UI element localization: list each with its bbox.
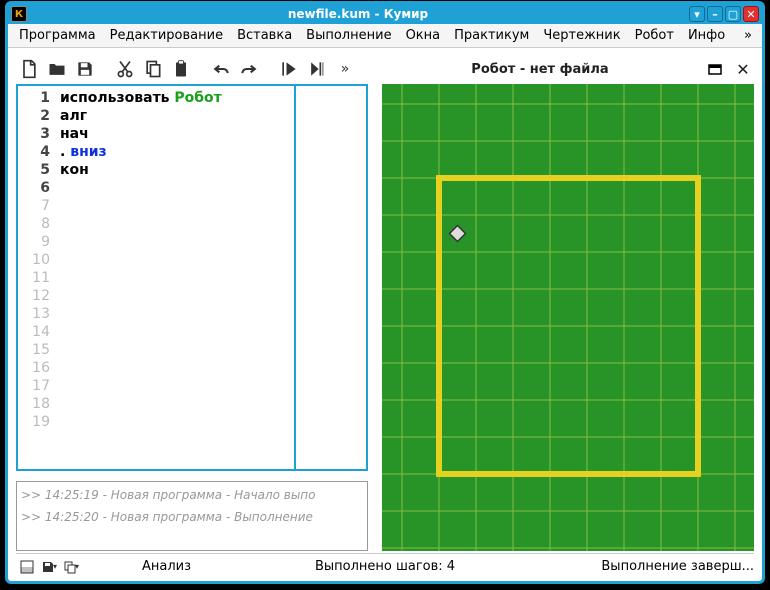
run-button[interactable]	[276, 56, 302, 82]
code-line[interactable]: . вниз	[60, 143, 362, 161]
status-toggle-button[interactable]	[16, 557, 38, 577]
toolbar: »	[16, 54, 368, 84]
app-icon: К	[11, 6, 27, 22]
open-file-button[interactable]	[44, 56, 70, 82]
new-file-button[interactable]	[16, 56, 42, 82]
menu-Окна[interactable]: Окна	[399, 25, 448, 46]
robot-close-button[interactable]: ✕	[732, 58, 754, 80]
console: >> 14:25:19 - Новая программа - Начало в…	[16, 481, 368, 551]
status-execution: Выполнение заверш...	[601, 559, 754, 574]
maximize-button[interactable]: ▢	[725, 6, 741, 22]
titlebar: К newfile.kum - Кумир ▾ – ▢ ✕	[8, 4, 762, 24]
window-title: newfile.kum - Кумир	[27, 7, 689, 21]
menu-Выполнение[interactable]: Выполнение	[299, 25, 398, 46]
cut-button[interactable]	[112, 56, 138, 82]
console-line: >> 14:25:19 - Новая программа - Начало в…	[21, 488, 363, 502]
menu-more[interactable]: »	[738, 25, 758, 46]
code-line[interactable]: кон	[60, 161, 362, 179]
titlebar-dropdown-button[interactable]: ▾	[689, 6, 705, 22]
code-line[interactable]: алг	[60, 107, 362, 125]
paste-button[interactable]	[168, 56, 194, 82]
save-file-button[interactable]	[72, 56, 98, 82]
undo-button[interactable]	[208, 56, 234, 82]
redo-button[interactable]	[236, 56, 262, 82]
status-copy-button[interactable]: ▾	[60, 557, 82, 577]
robot-panel-title: Робот - нет файла	[382, 62, 698, 77]
status-analiz: Анализ	[142, 559, 191, 574]
close-button[interactable]: ✕	[743, 6, 759, 22]
robot-field[interactable]	[382, 84, 754, 551]
statusbar: ▾ ▾ Анализ Выполнено шагов: 4 Выполнение…	[16, 553, 754, 577]
code-line[interactable]: использовать Робот	[60, 89, 362, 107]
menu-Редактирование[interactable]: Редактирование	[103, 25, 230, 46]
robot-dock-button[interactable]	[704, 58, 726, 80]
menu-Чертежник[interactable]: Чертежник	[536, 25, 627, 46]
right-margin	[294, 86, 296, 469]
menu-Робот[interactable]: Робот	[628, 25, 681, 46]
menu-Программа[interactable]: Программа	[12, 25, 103, 46]
status-save-button[interactable]: ▾	[38, 557, 60, 577]
code-area[interactable]: использовать Роботалгнач. внизкон	[56, 86, 366, 469]
step-button[interactable]	[304, 56, 330, 82]
code-editor[interactable]: 12345678910111213141516171819 использова…	[16, 84, 368, 471]
code-line[interactable]: нач	[60, 125, 362, 143]
menu-Вставка[interactable]: Вставка	[230, 25, 299, 46]
console-line: >> 14:25:20 - Новая программа - Выполнен…	[21, 510, 363, 524]
menu-Инфо[interactable]: Инфо	[681, 25, 732, 46]
status-steps: Выполнено шагов: 4	[315, 559, 455, 574]
copy-button[interactable]	[140, 56, 166, 82]
line-gutter: 12345678910111213141516171819	[18, 86, 56, 469]
minimize-button[interactable]: –	[707, 6, 723, 22]
menubar: ПрограммаРедактированиеВставкаВыполнение…	[8, 24, 762, 48]
toolbar-more-button[interactable]: »	[332, 56, 358, 82]
menu-Практикум[interactable]: Практикум	[447, 25, 536, 46]
